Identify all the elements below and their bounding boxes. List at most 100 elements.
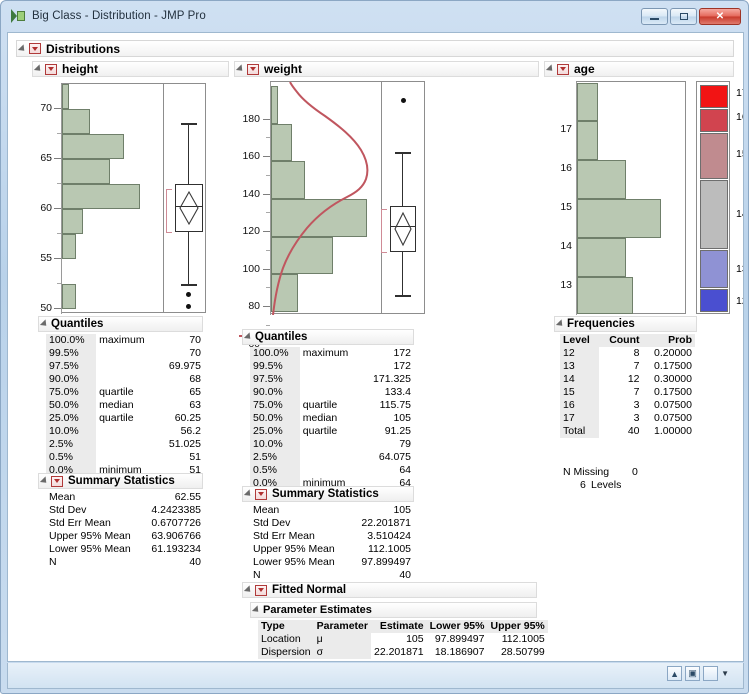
age-color-legend[interactable] bbox=[696, 81, 730, 314]
disclosure-triangle-icon[interactable] bbox=[251, 605, 262, 615]
maximize-button[interactable] bbox=[670, 8, 697, 25]
legend-swatch[interactable] bbox=[700, 289, 728, 312]
quantile-label bbox=[300, 438, 362, 451]
weight-quantiles-header[interactable]: Quantiles bbox=[242, 329, 414, 345]
levels-label: Levels bbox=[591, 479, 622, 491]
red-triangle-menu-icon[interactable] bbox=[29, 43, 41, 54]
quantile-value: 133.4 bbox=[384, 386, 411, 398]
height-summary-header[interactable]: Summary Statistics bbox=[38, 473, 203, 489]
disclosure-triangle-icon[interactable] bbox=[545, 64, 556, 74]
disclosure-triangle-icon[interactable] bbox=[33, 64, 44, 74]
red-triangle-menu-icon[interactable] bbox=[45, 63, 57, 75]
age-frequencies-title: Frequencies bbox=[567, 318, 635, 330]
legend-swatch[interactable] bbox=[700, 133, 728, 179]
disclosure-triangle-icon[interactable] bbox=[235, 64, 246, 74]
quantile-label: maximum bbox=[99, 334, 145, 346]
page-icon[interactable] bbox=[703, 666, 719, 681]
red-triangle-menu-icon[interactable] bbox=[247, 63, 259, 75]
table-row: 16 3 0.07500 bbox=[560, 399, 695, 412]
scroll-up-icon[interactable]: ▲ bbox=[667, 666, 683, 681]
red-triangle-menu-icon[interactable] bbox=[255, 584, 267, 596]
histogram-bar[interactable] bbox=[577, 277, 633, 314]
red-triangle-menu-icon[interactable] bbox=[557, 63, 569, 75]
table-row: 100.0% maximum 70 bbox=[46, 334, 204, 347]
histogram-bar[interactable] bbox=[62, 184, 140, 209]
freq-level: 12 bbox=[560, 347, 600, 360]
legend-swatch[interactable] bbox=[700, 109, 728, 132]
quantile-value: 115.75 bbox=[379, 399, 411, 411]
disclosure-triangle-icon[interactable] bbox=[39, 476, 50, 486]
col-header-upper95: Upper 95% bbox=[487, 620, 548, 633]
parameter-estimates-table: Type Parameter Estimate Lower 95% Upper … bbox=[258, 620, 548, 659]
normal-density-curve bbox=[272, 82, 369, 315]
dropdown-caret-icon[interactable]: ▼ bbox=[721, 669, 729, 678]
red-triangle-menu-icon[interactable] bbox=[255, 488, 267, 500]
disclosure-triangle-icon[interactable] bbox=[243, 489, 254, 499]
freq-total-prob: 1.00000 bbox=[654, 425, 692, 437]
y-tick-major bbox=[263, 231, 270, 232]
parameter-estimates-header[interactable]: Parameter Estimates bbox=[250, 602, 537, 618]
quantile-pct: 100.0% bbox=[46, 334, 97, 347]
disclosure-triangle-icon[interactable] bbox=[39, 319, 50, 329]
freq-prob: 0.20000 bbox=[654, 347, 692, 359]
copy-icon[interactable]: ▣ bbox=[685, 666, 701, 681]
height-quantiles-header[interactable]: Quantiles bbox=[38, 316, 203, 332]
y-axis-line bbox=[270, 82, 271, 315]
disclosure-triangle-icon[interactable] bbox=[555, 319, 566, 329]
y-axis-tick-label: 50 bbox=[40, 302, 52, 314]
table-row: 10.0% 79 bbox=[250, 438, 414, 451]
histogram-bar[interactable] bbox=[62, 109, 90, 134]
freq-level: 15 bbox=[560, 386, 600, 399]
quantile-pct: 99.5% bbox=[250, 360, 300, 373]
param-estimate: 22.201871 bbox=[373, 646, 424, 658]
distributions-outline-header[interactable]: Distributions bbox=[16, 40, 734, 57]
legend-swatch[interactable] bbox=[700, 85, 728, 108]
table-header-row: Type Parameter Estimate Lower 95% Upper … bbox=[258, 620, 548, 633]
disclosure-triangle-icon[interactable] bbox=[243, 332, 254, 342]
histogram-bar[interactable] bbox=[577, 238, 626, 277]
red-triangle-menu-icon[interactable] bbox=[51, 475, 63, 487]
boxplot-outlier-point[interactable] bbox=[401, 98, 406, 103]
variable-header-weight[interactable]: weight bbox=[234, 61, 539, 77]
table-row: 100.0% maximum 172 bbox=[250, 347, 414, 360]
close-button[interactable]: ✕ bbox=[699, 8, 741, 25]
histogram-bar[interactable] bbox=[62, 159, 110, 184]
table-row: 12 8 0.20000 bbox=[560, 347, 695, 360]
height-histogram-plot[interactable] bbox=[61, 83, 206, 314]
disclosure-triangle-icon[interactable] bbox=[243, 585, 254, 595]
boxplot-outlier-point[interactable] bbox=[186, 304, 191, 309]
table-row: Std Dev 4.2423385 bbox=[46, 504, 204, 517]
histogram-bar[interactable] bbox=[62, 84, 69, 109]
table-row: 25.0% quartile 91.25 bbox=[250, 425, 414, 438]
table-row: 25.0% quartile 60.25 bbox=[46, 412, 204, 425]
histogram-bar[interactable] bbox=[62, 234, 76, 259]
disclosure-triangle-icon[interactable] bbox=[17, 43, 28, 54]
weight-summary-header[interactable]: Summary Statistics bbox=[242, 486, 414, 502]
histogram-bar[interactable] bbox=[577, 121, 598, 160]
legend-swatch[interactable] bbox=[700, 250, 728, 288]
histogram-bar[interactable] bbox=[62, 284, 76, 309]
variable-header-age[interactable]: age bbox=[544, 61, 734, 77]
legend-label: 16 bbox=[736, 111, 743, 123]
weight-histogram-plot[interactable] bbox=[270, 81, 425, 315]
histogram-bar[interactable] bbox=[577, 83, 598, 121]
quantile-pct: 90.0% bbox=[46, 373, 97, 386]
y-axis-line bbox=[61, 84, 62, 314]
y-axis-tick-label: 65 bbox=[40, 152, 52, 164]
table-row: 50.0% median 63 bbox=[46, 399, 204, 412]
stat-value: 112.1005 bbox=[367, 543, 411, 555]
histogram-bar[interactable] bbox=[577, 199, 661, 238]
histogram-bar[interactable] bbox=[62, 209, 83, 234]
age-histogram-plot[interactable] bbox=[576, 81, 686, 315]
fitted-normal-header[interactable]: Fitted Normal bbox=[242, 582, 537, 598]
freq-count: 7 bbox=[633, 386, 640, 398]
minimize-button[interactable] bbox=[641, 8, 668, 25]
histogram-bar[interactable] bbox=[577, 160, 626, 199]
boxplot-outlier-point[interactable] bbox=[186, 292, 191, 297]
quantile-label: quartile bbox=[302, 399, 338, 411]
age-frequencies-header[interactable]: Frequencies bbox=[554, 316, 697, 332]
legend-swatch[interactable] bbox=[700, 180, 728, 249]
variable-header-height[interactable]: height bbox=[32, 61, 229, 77]
histogram-bar[interactable] bbox=[62, 134, 124, 159]
y-axis-tick-label: 60 bbox=[40, 202, 52, 214]
